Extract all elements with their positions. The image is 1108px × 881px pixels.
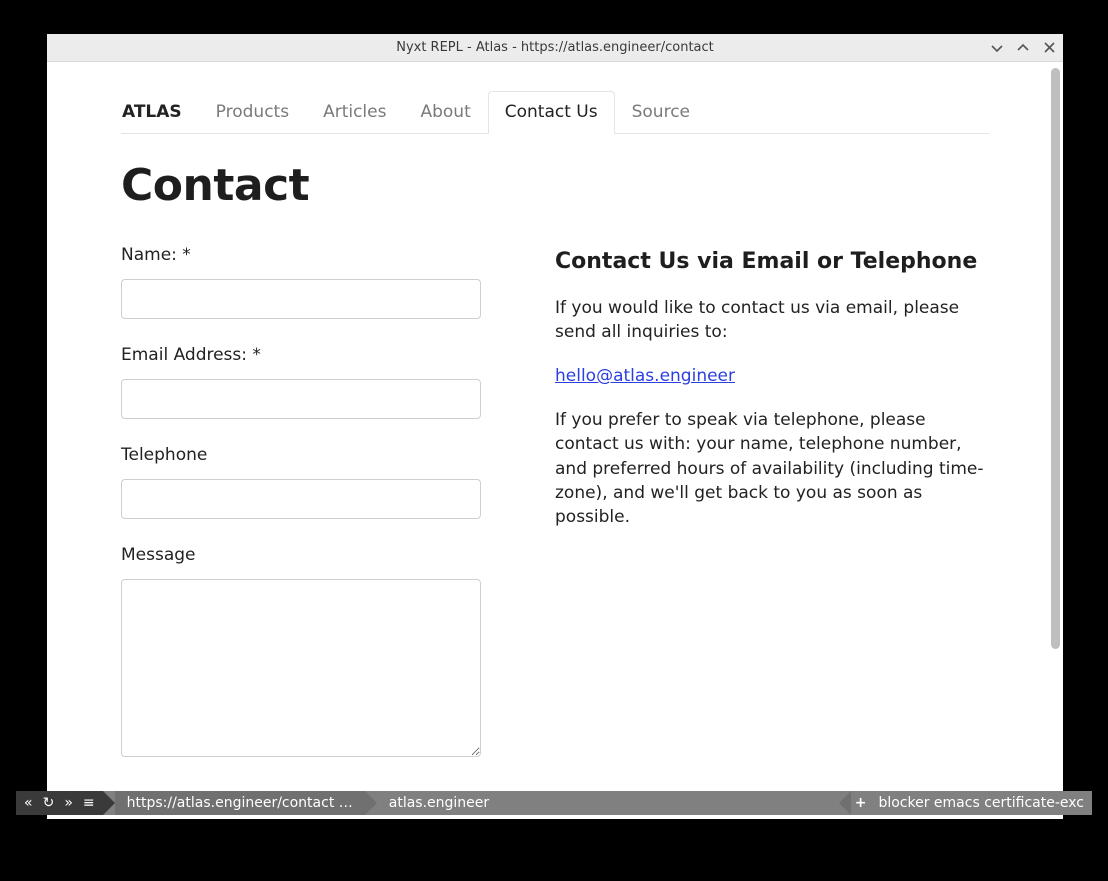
modeline-domain-segment[interactable]: atlas.engineer xyxy=(377,791,839,815)
email-field[interactable] xyxy=(121,379,481,419)
page-content: ATLAS Products Articles About Contact Us… xyxy=(47,62,1063,819)
titlebar: Nyxt REPL - Atlas - https://atlas.engine… xyxy=(47,34,1063,62)
scrollbar[interactable] xyxy=(1051,68,1060,813)
telephone-field[interactable] xyxy=(121,479,481,519)
contact-form: Name: * Email Address: * Telephone Messa… xyxy=(121,245,481,787)
nav-articles[interactable]: Articles xyxy=(306,91,403,134)
separator-icon xyxy=(839,791,851,815)
message-label: Message xyxy=(121,545,481,565)
browser-window: Nyxt REPL - Atlas - https://atlas.engine… xyxy=(47,34,1063,819)
info-heading: Contact Us via Email or Telephone xyxy=(555,249,989,274)
contact-info: Contact Us via Email or Telephone If you… xyxy=(555,245,989,787)
info-paragraph-2: If you prefer to speak via telephone, pl… xyxy=(555,408,989,529)
modeline-domain: atlas.engineer xyxy=(389,795,489,811)
nav-about[interactable]: About xyxy=(403,91,487,134)
info-email-link[interactable]: hello@atlas.engineer xyxy=(555,366,735,386)
modeline: « ↻ » ≡ https://atlas.engineer/contact …… xyxy=(16,791,1092,815)
name-label: Name: * xyxy=(121,245,481,265)
minimize-button[interactable] xyxy=(989,40,1005,56)
info-paragraph-1: If you would like to contact us via emai… xyxy=(555,296,989,344)
nav-contact-us[interactable]: Contact Us xyxy=(488,91,615,134)
nav-brand[interactable]: ATLAS xyxy=(121,91,199,134)
window-title: Nyxt REPL - Atlas - https://atlas.engine… xyxy=(396,40,714,55)
modeline-modes: blocker emacs certificate-exc xyxy=(878,795,1084,811)
info-email-wrap: hello@atlas.engineer xyxy=(555,366,989,386)
back-button[interactable]: « xyxy=(24,796,33,810)
top-nav: ATLAS Products Articles About Contact Us… xyxy=(121,90,989,134)
menu-button[interactable]: ≡ xyxy=(83,796,95,810)
modeline-url-segment[interactable]: https://atlas.engineer/contact … xyxy=(115,791,365,815)
maximize-button[interactable] xyxy=(1015,40,1031,56)
page-title: Contact xyxy=(121,160,989,211)
separator-icon xyxy=(365,791,377,815)
modeline-modes-segment: + blocker emacs certificate-exc xyxy=(851,791,1092,815)
separator-icon xyxy=(103,791,115,815)
message-field[interactable] xyxy=(121,579,481,757)
name-field[interactable] xyxy=(121,279,481,319)
reload-button[interactable]: ↻ xyxy=(43,796,55,810)
scrollbar-thumb[interactable] xyxy=(1051,68,1060,649)
viewport: ATLAS Products Articles About Contact Us… xyxy=(47,62,1063,819)
forward-button[interactable]: » xyxy=(64,796,73,810)
nav-source[interactable]: Source xyxy=(615,91,707,134)
close-button[interactable] xyxy=(1041,40,1057,56)
window-controls xyxy=(989,34,1057,61)
modeline-controls: « ↻ » ≡ xyxy=(16,791,103,815)
nav-products[interactable]: Products xyxy=(199,91,306,134)
add-mode-button[interactable]: + xyxy=(855,795,867,811)
content-columns: Name: * Email Address: * Telephone Messa… xyxy=(121,245,989,787)
email-label: Email Address: * xyxy=(121,345,481,365)
telephone-label: Telephone xyxy=(121,445,481,465)
modeline-url: https://atlas.engineer/contact … xyxy=(127,795,353,811)
